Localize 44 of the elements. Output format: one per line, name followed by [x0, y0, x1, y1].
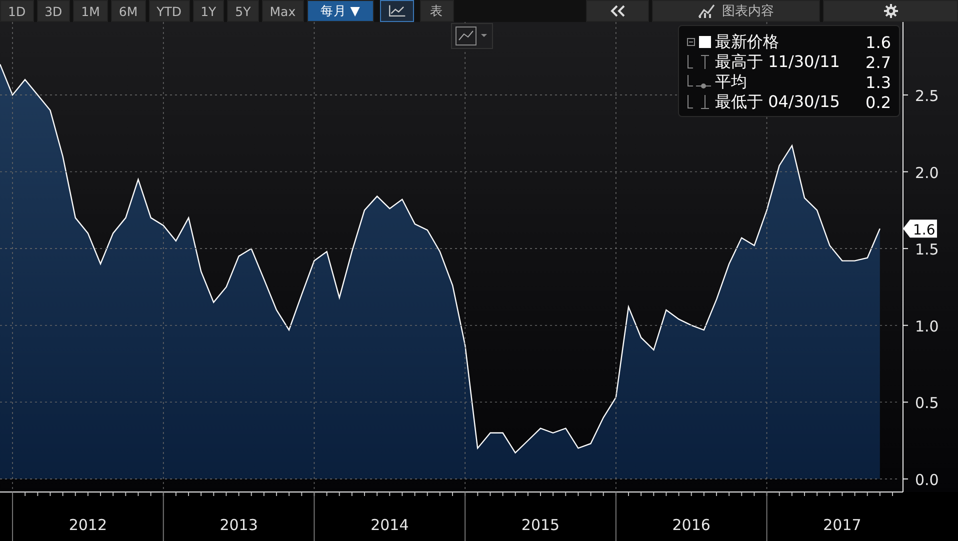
range-button[interactable]: 1M	[73, 0, 108, 22]
range-button[interactable]: 3D	[36, 0, 70, 22]
table-view-button[interactable]: 表	[420, 0, 454, 22]
legend-label: 最高于 11/30/11	[715, 52, 840, 72]
x-tick-label: 2015	[521, 516, 560, 534]
range-button[interactable]: 6M	[110, 0, 146, 22]
collapse-square-icon	[687, 35, 711, 49]
legend-label: 最新价格	[715, 32, 779, 52]
x-tick-label: 2017	[823, 516, 862, 534]
chart-type-button[interactable]	[451, 23, 493, 49]
high-marker-icon	[687, 55, 711, 69]
current-value-tag: 1.6	[903, 220, 937, 239]
average-marker-icon	[687, 75, 711, 89]
line-chart-icon	[388, 3, 406, 19]
y-tick-label: 0.5	[915, 394, 939, 412]
range-button[interactable]: 1D	[0, 0, 34, 22]
range-button[interactable]: Max	[262, 0, 304, 22]
chart-view-button[interactable]	[380, 0, 414, 22]
x-tick-label: 2012	[68, 516, 108, 534]
settings-icon	[884, 4, 898, 18]
x-tick-label: 2013	[220, 516, 258, 534]
y-tick-label: 1.0	[915, 317, 939, 336]
y-tick-label: 2.5	[915, 86, 939, 105]
y-tick-label: 2.0	[915, 164, 939, 182]
legend-value: 0.2	[864, 92, 891, 112]
low-marker-icon	[687, 95, 711, 109]
range-button[interactable]: YTD	[148, 0, 190, 22]
legend-value: 2.7	[864, 52, 891, 72]
x-tick-label: 2016	[672, 516, 710, 534]
collapse-button[interactable]	[586, 0, 649, 22]
y-tick-label: 1.5	[915, 240, 939, 259]
y-tick-label: 0.0	[915, 470, 939, 489]
legend-value: 1.3	[864, 72, 891, 92]
chart-contents-button[interactable]: 图表内容	[652, 0, 820, 22]
double-chevron-left-icon	[610, 5, 626, 17]
legend-label: 最低于 04/30/15	[715, 92, 840, 112]
legend-value: 1.6	[864, 32, 891, 52]
legend-label: 平均	[715, 72, 747, 92]
settings-button[interactable]	[823, 0, 958, 22]
period-dropdown[interactable]: 每月 ▼	[306, 0, 374, 22]
range-button[interactable]: 1Y	[192, 0, 224, 22]
chart-icon	[698, 4, 716, 18]
range-button[interactable]: 5Y	[227, 0, 259, 22]
x-tick-label: 2014	[370, 516, 409, 534]
